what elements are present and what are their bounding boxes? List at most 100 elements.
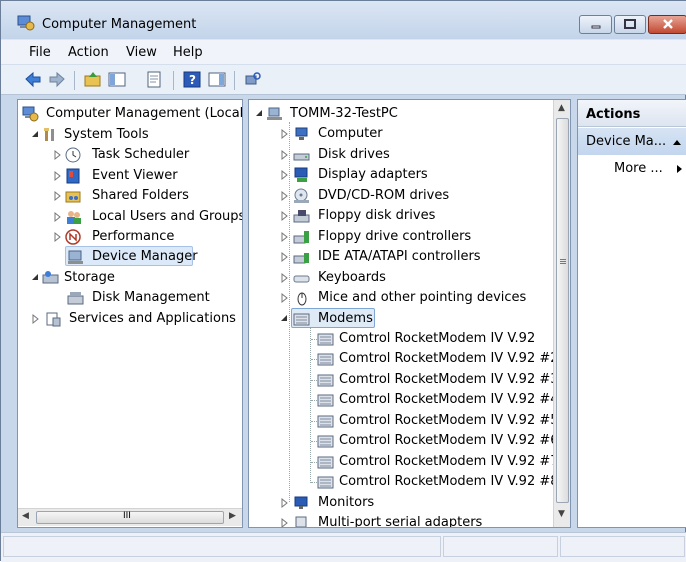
scroll-up-icon[interactable]: ▲ bbox=[558, 103, 565, 113]
status-cell-tertiary bbox=[560, 536, 685, 557]
computer-icon bbox=[267, 107, 282, 120]
tree-node-label: Comtrol RocketModem IV V.92 #2 bbox=[339, 351, 559, 366]
menu-file[interactable]: File bbox=[29, 45, 51, 60]
expand-arrow-icon bbox=[281, 149, 288, 161]
scroll-down-icon[interactable]: ▼ bbox=[558, 509, 565, 519]
window-title: Computer Management bbox=[42, 17, 197, 32]
vertical-scrollbar[interactable]: ▲ ▼ bbox=[553, 100, 570, 527]
collapse-section-icon[interactable] bbox=[672, 138, 682, 146]
computer-management-window: Computer Management File Action View Hel… bbox=[0, 0, 686, 562]
computer-management-icon bbox=[17, 15, 35, 31]
modem-icon bbox=[293, 313, 310, 326]
tree-node-label: Floppy drive controllers bbox=[318, 229, 472, 244]
tree-node-label: System Tools bbox=[64, 127, 149, 142]
modem-icon bbox=[317, 353, 334, 366]
collapse-arrow-icon bbox=[256, 110, 262, 116]
modem-icon bbox=[317, 476, 334, 489]
expand-arrow-icon bbox=[281, 210, 288, 222]
tree-node-label: Computer Management (Local) bbox=[46, 106, 243, 121]
console-tree-pane: Computer Management (Local) System Tools… bbox=[17, 99, 243, 528]
close-icon bbox=[662, 19, 673, 29]
up-folder-icon[interactable] bbox=[84, 71, 102, 88]
floppy-drive-icon bbox=[293, 210, 310, 223]
services-icon bbox=[46, 312, 61, 327]
tree-node-label: Local Users and Groups bbox=[92, 209, 243, 224]
actions-section-label: Device Ma... bbox=[586, 134, 667, 149]
status-cell-main bbox=[3, 536, 441, 557]
menu-view[interactable]: View bbox=[126, 45, 157, 60]
action-pane-icon[interactable] bbox=[208, 71, 226, 88]
disk-management-icon bbox=[67, 292, 84, 305]
tree-node-label: Keyboards bbox=[318, 270, 386, 285]
expand-arrow-icon bbox=[281, 169, 288, 181]
tree-node-label: Storage bbox=[64, 270, 115, 285]
tree-node-label: Comtrol RocketModem IV V.92 bbox=[339, 331, 536, 346]
close-button[interactable] bbox=[648, 15, 686, 34]
tree-guide-line bbox=[289, 122, 290, 502]
actions-more-label: More ... bbox=[614, 161, 663, 176]
modem-icon bbox=[317, 435, 334, 448]
collapse-arrow-icon bbox=[281, 315, 287, 321]
tree-node-label: Mice and other pointing devices bbox=[318, 290, 527, 305]
tree-node-label: Disk Management bbox=[92, 290, 210, 305]
scan-hardware-icon[interactable] bbox=[244, 71, 262, 88]
help-icon[interactable]: ? bbox=[183, 71, 201, 88]
serial-adapter-icon bbox=[295, 516, 307, 527]
tree-node-label: Comtrol RocketModem IV V.92 #3 bbox=[339, 372, 559, 387]
tree-node-label: Comtrol RocketModem IV V.92 #5 bbox=[339, 413, 559, 428]
computer-management-icon bbox=[22, 106, 39, 122]
mouse-icon bbox=[297, 292, 307, 306]
scroll-left-icon[interactable]: ◀ bbox=[22, 511, 29, 521]
tree-node-label: Multi-port serial adapters bbox=[318, 515, 483, 528]
tree-node-label: Monitors bbox=[318, 495, 375, 510]
scroll-right-icon[interactable]: ▶ bbox=[229, 511, 236, 521]
minimize-icon bbox=[591, 25, 600, 29]
expand-arrow-icon bbox=[281, 231, 288, 243]
show-hide-console-tree-icon[interactable] bbox=[108, 71, 126, 88]
properties-icon[interactable] bbox=[145, 71, 163, 88]
disk-drive-icon bbox=[293, 153, 310, 161]
title-bar[interactable]: Computer Management bbox=[1, 1, 686, 39]
horizontal-scrollbar[interactable]: ◀ III ▶ bbox=[18, 508, 242, 526]
tree-node-label: Computer bbox=[318, 126, 383, 141]
submenu-arrow-icon bbox=[677, 165, 682, 173]
collapse-arrow-icon bbox=[32, 131, 38, 137]
menu-action[interactable]: Action bbox=[68, 45, 109, 60]
tree-node-label: IDE ATA/ATAPI controllers bbox=[318, 249, 481, 264]
minimize-button[interactable] bbox=[579, 15, 612, 34]
tree-node-label: Event Viewer bbox=[92, 168, 178, 183]
scrollbar-thumb[interactable] bbox=[556, 118, 569, 503]
tree-node-label: DVD/CD-ROM drives bbox=[318, 188, 450, 203]
actions-header: Actions bbox=[578, 100, 686, 127]
forward-arrow-icon[interactable] bbox=[48, 71, 66, 88]
actions-more-link[interactable]: More ... bbox=[614, 161, 663, 176]
tree-node-label: Floppy disk drives bbox=[318, 208, 436, 223]
expand-arrow-icon bbox=[54, 170, 61, 182]
tree-node-label: Shared Folders bbox=[92, 188, 189, 203]
expand-arrow-icon bbox=[54, 211, 61, 223]
expand-arrow-icon bbox=[54, 190, 61, 202]
expand-arrow-icon bbox=[54, 149, 61, 161]
expand-arrow-icon bbox=[54, 231, 61, 243]
menu-help[interactable]: Help bbox=[173, 45, 203, 60]
expand-arrow-icon bbox=[281, 251, 288, 263]
back-arrow-icon[interactable] bbox=[24, 71, 42, 88]
tree-node-label: Comtrol RocketModem IV V.92 #8 bbox=[339, 474, 559, 489]
tree-guide-line bbox=[310, 328, 311, 483]
tree-node-label: Comtrol RocketModem IV V.92 #7 bbox=[339, 454, 559, 469]
maximize-button[interactable] bbox=[614, 15, 646, 34]
display-adapter-icon bbox=[294, 167, 308, 182]
device-tree-pane: TOMM-32-TestPC Computer Disk drives Disp… bbox=[248, 99, 571, 528]
modem-icon bbox=[317, 333, 334, 346]
actions-section-device-manager[interactable]: Device Ma... bbox=[578, 128, 686, 155]
tree-node-label: Display adapters bbox=[318, 167, 428, 182]
scrollbar-grip-icon bbox=[560, 259, 566, 260]
svg-text:?: ? bbox=[189, 73, 196, 87]
scrollbar-thumb[interactable]: III bbox=[36, 511, 224, 524]
system-tools-icon bbox=[44, 128, 54, 141]
scrollbar-grip: III bbox=[123, 511, 131, 521]
expand-arrow-icon bbox=[281, 517, 288, 527]
computer-icon bbox=[295, 127, 308, 140]
tree-node-label: Comtrol RocketModem IV V.92 #6 bbox=[339, 433, 559, 448]
ide-controller-icon bbox=[293, 253, 309, 264]
